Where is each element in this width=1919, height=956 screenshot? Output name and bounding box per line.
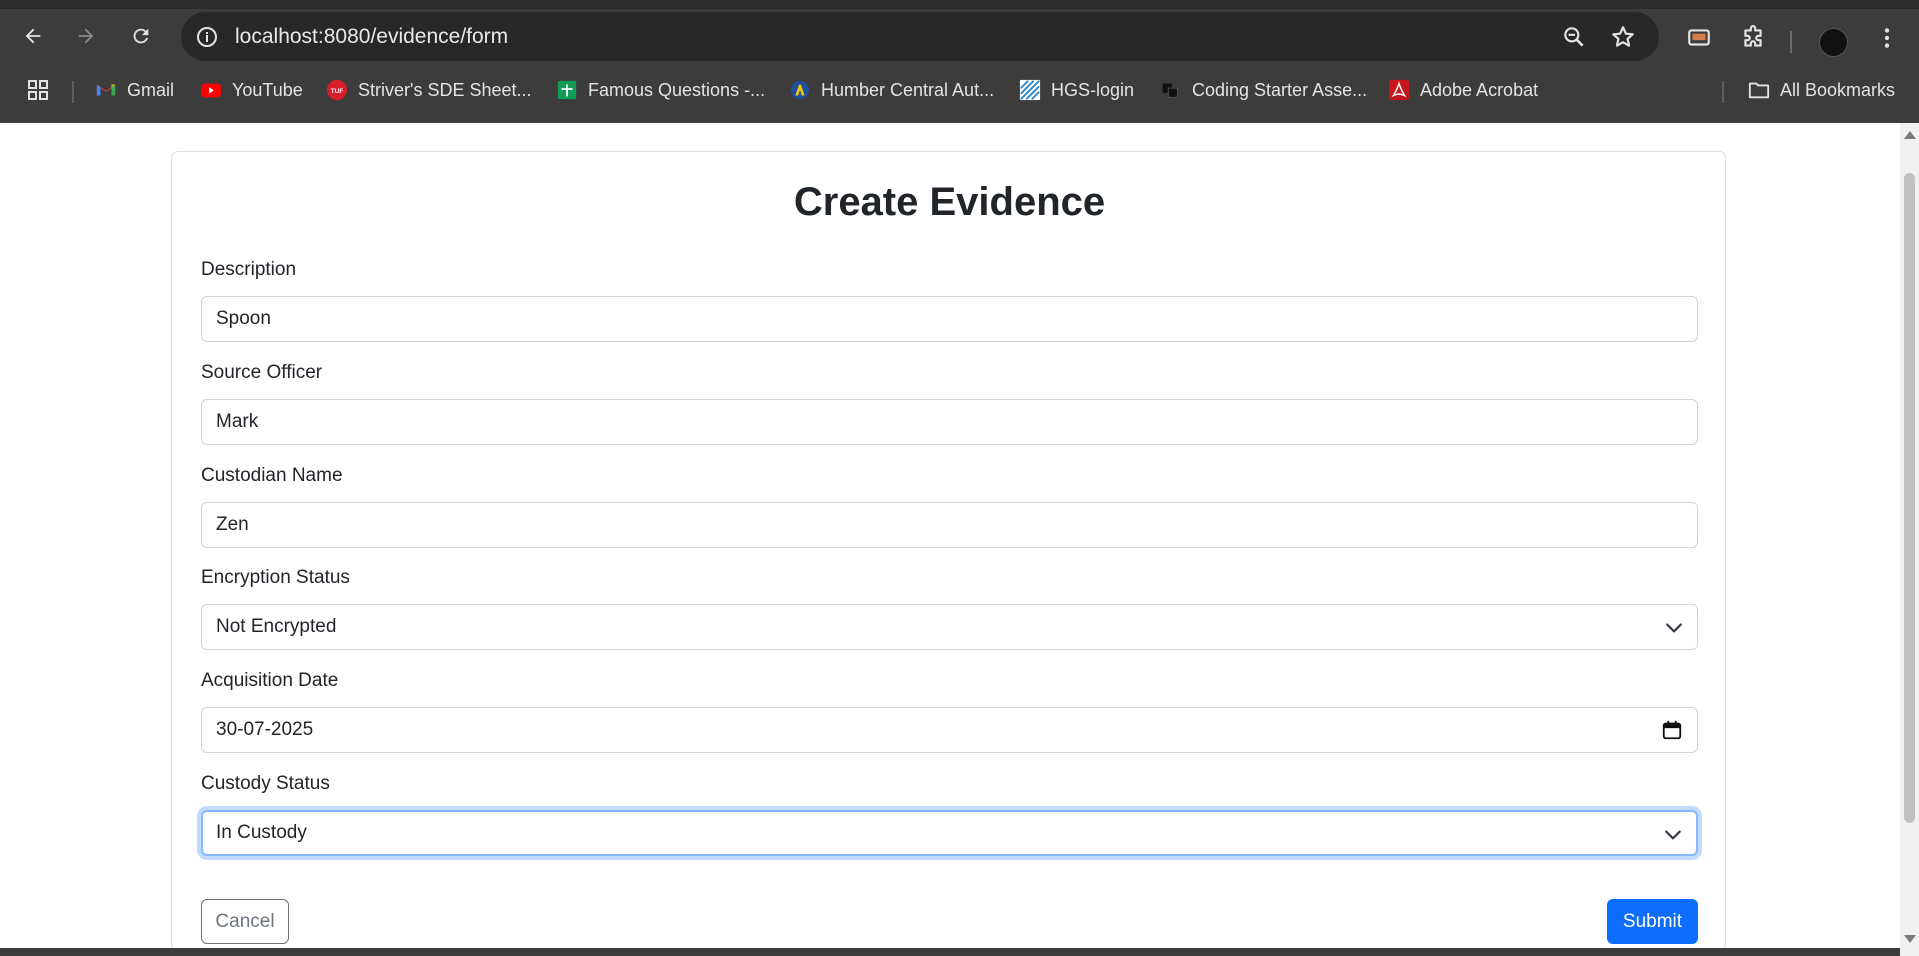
forward-button[interactable] (69, 19, 103, 53)
youtube-icon (200, 83, 222, 98)
chevron-down-icon (1666, 623, 1682, 633)
bookmark-famous-questions[interactable]: Famous Questions -... (556, 72, 765, 108)
source-officer-value: Mark (216, 411, 259, 432)
browser-chrome: localhost:8080/evidence/form Gmail YouTu… (0, 0, 1919, 123)
bookmark-label: Adobe Acrobat (1420, 79, 1539, 100)
description-input[interactable]: Spoon (201, 296, 1698, 342)
bookmark-label: Gmail (127, 79, 175, 100)
custody-status-label: Custody Status (201, 773, 330, 794)
arrow-left-icon (25, 28, 41, 44)
custodian-name-label: Custodian Name (201, 465, 343, 486)
custody-status-select[interactable]: In Custody (201, 810, 1698, 856)
bookmark-youtube[interactable]: YouTube (200, 72, 303, 108)
cancel-button[interactable]: Cancel (201, 899, 289, 944)
custody-status-value: In Custody (216, 822, 307, 843)
page-title: Create Evidence (793, 180, 1106, 224)
page-scrollbar[interactable] (1900, 123, 1919, 956)
scroll-up-arrow-icon[interactable] (1904, 131, 1916, 139)
encryption-status-select[interactable]: Not Encrypted (201, 604, 1698, 650)
bookmark-label: Famous Questions -... (588, 79, 766, 100)
custodian-name-input[interactable]: Zen (201, 502, 1698, 548)
url-path: :8080/evidence/form (317, 25, 509, 48)
chevron-down-icon (1665, 830, 1681, 840)
reload-icon (133, 28, 149, 44)
calendar-icon[interactable] (1661, 719, 1683, 741)
back-button[interactable] (16, 19, 50, 53)
page-viewport: Create Evidence Description Spoon Source… (0, 123, 1900, 956)
encryption-status-label: Encryption Status (201, 567, 350, 588)
acquisition-date-label: Acquisition Date (201, 670, 339, 691)
window-bottom-edge (0, 948, 1900, 956)
hgs-icon (1019, 79, 1041, 101)
apps-grid-icon (28, 80, 48, 100)
extensions-puzzle-icon[interactable] (1740, 25, 1766, 51)
custodian-name-value: Zen (216, 514, 249, 535)
encryption-status-value: Not Encrypted (216, 616, 337, 637)
sheets-icon (557, 80, 577, 100)
address-bar[interactable]: localhost:8080/evidence/form (181, 12, 1659, 61)
bookmark-striver[interactable]: TUF Striver's SDE Sheet... (326, 72, 532, 108)
url-host: localhost (235, 25, 318, 48)
acquisition-date-value: 30-07-2025 (216, 719, 314, 740)
bookmark-coding-starter[interactable]: Coding Starter Asse... (1160, 72, 1367, 108)
folder-icon (1748, 82, 1770, 99)
bookmark-hgs[interactable]: HGS-login (1019, 72, 1134, 108)
source-officer-label: Source Officer (201, 362, 323, 383)
tuf-icon: TUF (326, 79, 348, 101)
arrow-right-icon (78, 28, 94, 44)
acrobat-icon (1388, 79, 1410, 101)
bookmarks-divider (1722, 81, 1724, 103)
acquisition-date-input[interactable]: 30-07-2025 (201, 707, 1698, 753)
bookmark-star-icon[interactable] (1610, 24, 1636, 50)
profile-avatar[interactable] (1819, 28, 1848, 57)
media-router-icon[interactable] (1686, 25, 1712, 51)
bookmark-label: Humber Central Aut... (821, 79, 995, 100)
all-bookmarks-button[interactable]: All Bookmarks (1748, 72, 1895, 108)
submit-button[interactable]: Submit (1607, 899, 1698, 944)
bookmark-gmail[interactable]: Gmail (95, 72, 174, 108)
site-info-icon[interactable] (195, 25, 219, 49)
humber-icon (790, 80, 810, 100)
description-label: Description (201, 259, 297, 280)
toolbar-divider (1790, 31, 1792, 53)
description-value: Spoon (216, 308, 271, 329)
zoom-icon[interactable] (1561, 24, 1587, 50)
bookmark-humber[interactable]: Humber Central Aut... (789, 72, 994, 108)
gmail-icon (96, 84, 116, 96)
scroll-down-arrow-icon[interactable] (1904, 935, 1916, 943)
kebab-menu-icon[interactable] (1874, 25, 1900, 51)
bookmark-adobe-acrobat[interactable]: Adobe Acrobat (1388, 72, 1538, 108)
bookmark-label: HGS-login (1051, 79, 1135, 100)
bookmark-label: Coding Starter Asse... (1192, 79, 1368, 100)
svg-text:TUF: TUF (331, 88, 344, 95)
bookmarks-divider (72, 81, 74, 103)
bookmarks-bar: Gmail YouTube TUF Striver's SDE Sheet...… (0, 72, 1919, 110)
scrollbar-thumb[interactable] (1904, 173, 1915, 823)
bookmark-label: Striver's SDE Sheet... (358, 79, 532, 100)
all-bookmarks-label: All Bookmarks (1780, 79, 1896, 100)
bookmark-label: YouTube (232, 79, 303, 100)
evidence-form-card: Create Evidence Description Spoon Source… (171, 151, 1726, 951)
apps-button[interactable] (26, 72, 50, 108)
reload-button[interactable] (124, 19, 158, 53)
browser-toolbar: localhost:8080/evidence/form (0, 9, 1919, 63)
source-officer-input[interactable]: Mark (201, 399, 1698, 445)
coding-icon (1162, 83, 1178, 98)
tab-strip (0, 0, 1919, 9)
url-text: localhost:8080/evidence/form (235, 25, 508, 49)
